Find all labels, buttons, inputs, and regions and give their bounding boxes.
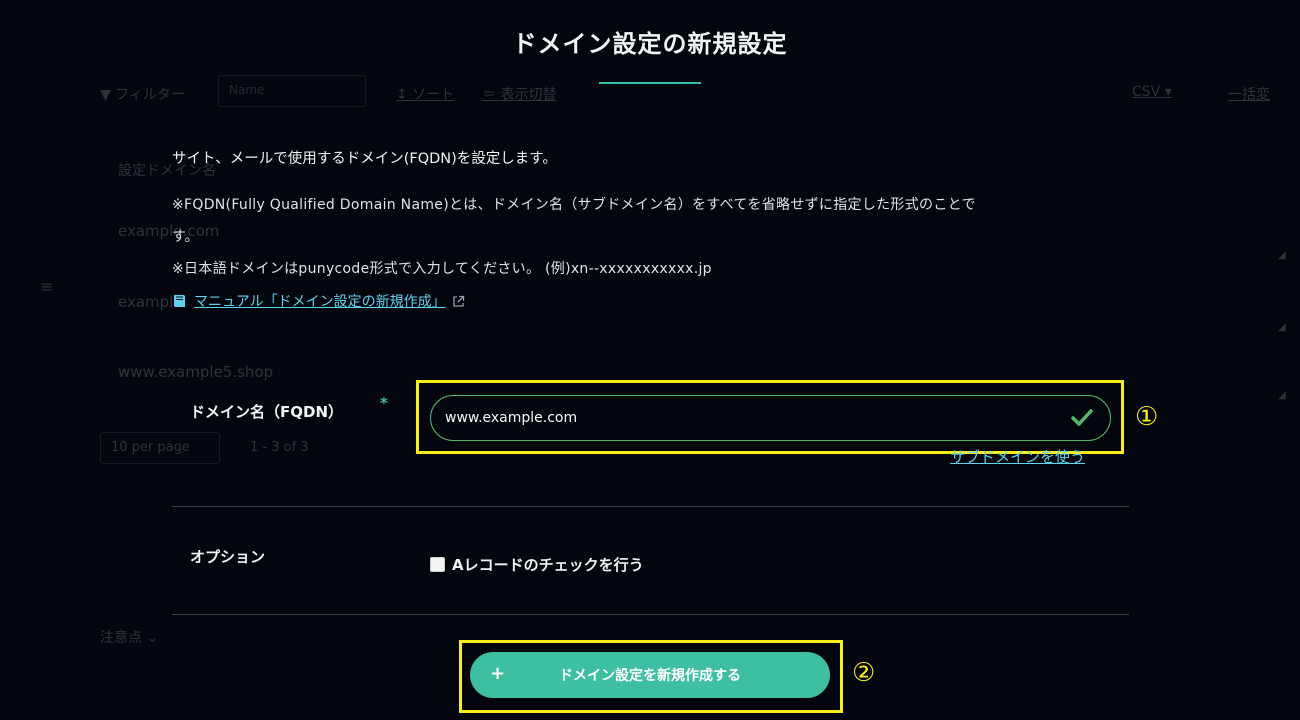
bg-row-arrow-icon: ◢ [1278, 250, 1286, 261]
bg-per-page-select: 10 per page [100, 432, 220, 464]
manual-link[interactable]: マニュアル「ドメイン設定の新規作成」 [172, 291, 465, 311]
step2-badge: ② [852, 658, 876, 688]
bg-notes-toggle: 注意点 ⌄ [100, 630, 159, 646]
section-divider [172, 614, 1129, 615]
a-record-checkbox[interactable] [430, 557, 445, 572]
bg-sort-link: ↕ ソート [396, 87, 455, 103]
bg-row-arrow-icon: ◢ [1278, 390, 1286, 401]
domain-field-label: ドメイン名（FQDN） [190, 403, 344, 421]
step1-badge: ① [1135, 402, 1159, 432]
bg-filter-button: ▼ フィルター [100, 87, 185, 103]
external-link-icon [452, 295, 464, 307]
bg-name-filter-input: Name [218, 75, 366, 107]
modal-title: ドメイン設定の新規設定 [512, 30, 788, 58]
bg-csv-link: CSV ▾ [1132, 84, 1172, 100]
background-page: ▼ フィルター Name ↕ ソート ＝ 表示切替 CSV ▾ 一括変 設定ドメ… [0, 0, 1300, 720]
bg-page-range: 1 - 3 of 3 [250, 440, 309, 455]
fqdn-note-line1: ※FQDN(Fully Qualified Domain Name)とは、ドメイ… [172, 197, 976, 213]
required-mark: * [380, 394, 388, 412]
book-icon [174, 295, 185, 307]
use-subdomain-link[interactable]: サブドメインを使う [950, 446, 1085, 467]
bg-table-row: www.example5.shop [118, 363, 274, 381]
bg-bulk-link: 一括変 [1228, 87, 1270, 103]
a-record-checkbox-label[interactable]: Aレコードのチェックを行う [452, 554, 644, 575]
highlight-box-step1 [416, 380, 1124, 454]
punycode-note: ※日本語ドメインはpunycode形式で入力してください。 (例)xn--xxx… [172, 261, 712, 277]
bg-table-row: example.com [118, 222, 220, 240]
highlight-box-step2 [459, 640, 843, 713]
section-divider [172, 506, 1129, 507]
modal-lead-text: サイト、メールで使用するドメイン(FQDN)を設定します。 [172, 151, 557, 167]
bg-menu-icon: ≡ [40, 277, 54, 296]
bg-row-arrow-icon: ◢ [1278, 322, 1286, 333]
bg-view-toggle-link: ＝ 表示切替 [482, 87, 557, 103]
fqdn-note-line2: す。 [172, 229, 199, 245]
option-section-label: オプション [190, 548, 266, 566]
title-underline [599, 82, 701, 84]
manual-link-label: マニュアル「ドメイン設定の新規作成」 [194, 294, 446, 310]
